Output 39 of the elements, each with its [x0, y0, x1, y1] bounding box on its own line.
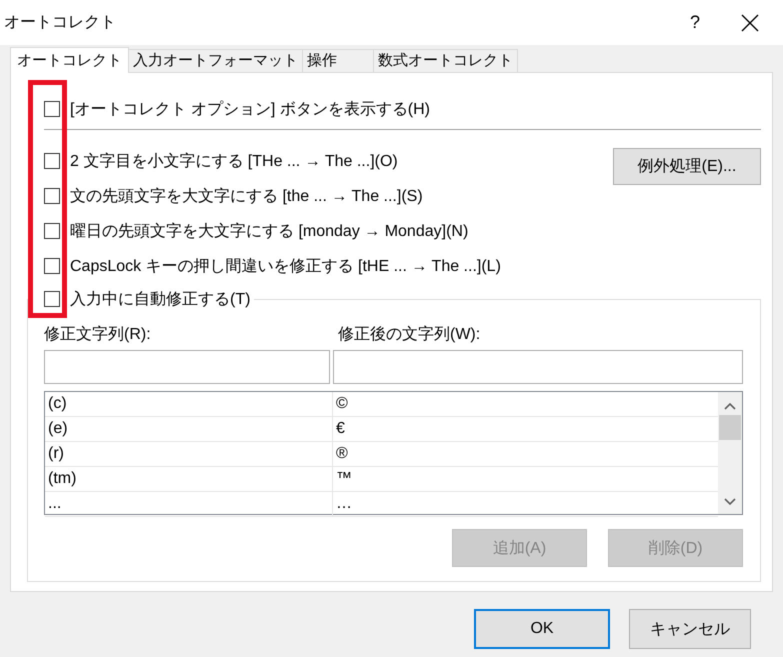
- checkbox-label[interactable]: 2 文字目を小文字にする [THe ... → The ...](O): [70, 150, 398, 172]
- input-field[interactable]: [44, 350, 330, 384]
- checkbox[interactable]: [44, 223, 60, 239]
- table-cell[interactable]: (c): [45, 392, 333, 416]
- table-cell[interactable]: (r): [45, 442, 333, 466]
- checkbox-label[interactable]: 入力中に自動修正する(T): [70, 288, 250, 310]
- scroll-thumb[interactable]: [719, 415, 741, 440]
- cancel-button[interactable]: キャンセル: [629, 609, 751, 649]
- table-cell[interactable]: ®: [333, 442, 348, 466]
- field-label: 修正後の文字列(W):: [338, 324, 480, 345]
- table-cell[interactable]: €: [333, 417, 345, 441]
- window-title: オートコレクト: [4, 13, 117, 33]
- checkbox-label[interactable]: CapsLock キーの押し間違いを修正する [tHE ... → The ...](L): [70, 256, 501, 276]
- table-cell[interactable]: (tm): [45, 467, 333, 491]
- checkbox[interactable]: [44, 291, 60, 307]
- help-button[interactable]: ?: [680, 12, 710, 33]
- exceptions-button[interactable]: 例外処理(E)...: [613, 148, 761, 185]
- checkbox[interactable]: [44, 258, 60, 274]
- checkbox[interactable]: [44, 153, 60, 169]
- close-icon[interactable]: [740, 12, 760, 32]
- field-label: 修正文字列(R):: [44, 324, 152, 345]
- table-cell[interactable]: ©: [333, 392, 348, 416]
- table-cell[interactable]: …: [333, 492, 352, 516]
- ok-button[interactable]: OK: [474, 609, 610, 649]
- checkbox[interactable]: [44, 101, 60, 117]
- checkbox-label[interactable]: 曜日の先頭文字を大文字にする [monday → Monday](N): [70, 220, 468, 242]
- scrollbar[interactable]: [718, 392, 742, 514]
- scroll-up-icon[interactable]: [724, 402, 736, 410]
- tab[interactable]: 数式オートコレクト: [373, 49, 518, 72]
- table-cell[interactable]: ™: [333, 467, 352, 491]
- checkbox-label[interactable]: 文の先頭文字を大文字にする [the ... → The ...](S): [70, 186, 423, 206]
- checkbox-label[interactable]: [オートコレクト オプション] ボタンを表示する(H): [70, 98, 430, 120]
- scroll-down-icon[interactable]: [724, 498, 736, 506]
- replacement-list[interactable]: (c) © (e) € (r) ® (tm) ™ ... …: [44, 391, 743, 515]
- table-cell[interactable]: (e): [45, 417, 333, 441]
- tab[interactable]: オートコレクト: [10, 47, 129, 73]
- input-field[interactable]: [332, 350, 743, 384]
- checkbox[interactable]: [44, 188, 60, 204]
- table-cell[interactable]: ...: [45, 492, 333, 516]
